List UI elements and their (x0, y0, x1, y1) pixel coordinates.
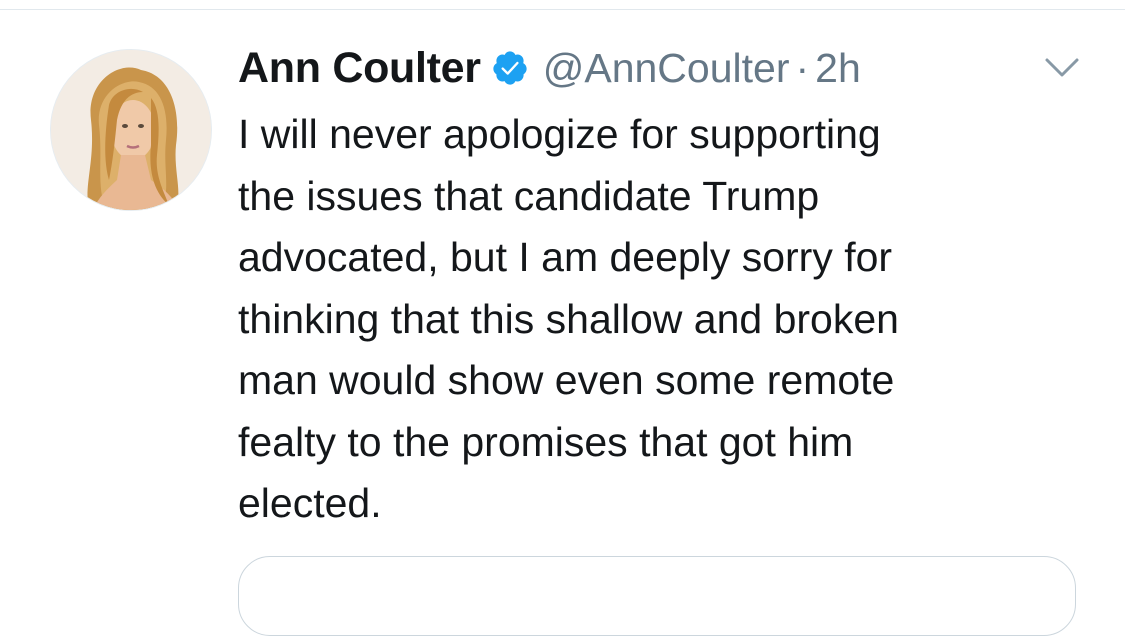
avatar-image (51, 50, 211, 210)
display-name[interactable]: Ann Coulter (238, 44, 481, 93)
quoted-card[interactable] (238, 556, 1076, 636)
avatar[interactable] (50, 49, 212, 211)
chevron-down-icon[interactable] (1044, 56, 1080, 80)
verified-badge-icon (491, 49, 529, 87)
separator-dot: · (795, 44, 810, 91)
handle[interactable]: @AnnCoulter (543, 45, 790, 92)
tweet-header: Ann Coulter @AnnCoulter · 2h (238, 40, 861, 96)
timestamp[interactable]: 2h (815, 45, 861, 92)
top-divider (0, 9, 1125, 10)
tweet-text: I will never apologize for supporting th… (238, 111, 899, 526)
